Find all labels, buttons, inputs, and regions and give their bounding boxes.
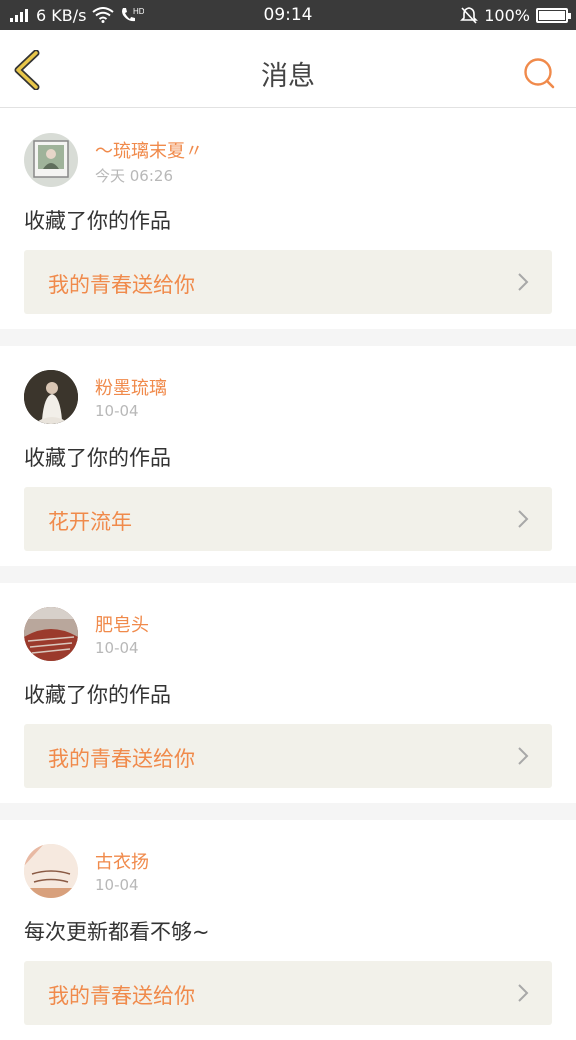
status-right: 100% [460, 0, 571, 30]
message-text: 收藏了你的作品 [24, 209, 171, 233]
page-title: 消息 [261, 61, 315, 92]
battery-icon [536, 7, 571, 23]
avatar[interactable] [24, 844, 78, 898]
avatar[interactable] [24, 370, 78, 424]
work-title: 我的青春送给你 [48, 984, 195, 1008]
message-card: 古衣扬 10-04 每次更新都看不够~ 我的青春送给你 [0, 820, 576, 1040]
message-text: 收藏了你的作品 [24, 683, 171, 707]
search-icon[interactable] [522, 56, 556, 90]
message-card: 粉墨琉璃 10-04 收藏了你的作品 花开流年 [0, 346, 576, 566]
user-name[interactable]: 粉墨琉璃 [95, 374, 167, 400]
avatar[interactable] [24, 607, 78, 661]
divider [0, 803, 576, 820]
avatar[interactable] [24, 133, 78, 187]
battery-percent: 100% [484, 5, 530, 25]
work-title: 花开流年 [48, 510, 132, 534]
work-title: 我的青春送给你 [48, 273, 195, 297]
chevron-right-icon [518, 510, 529, 528]
work-link[interactable]: 我的青春送给你 [24, 250, 552, 314]
nav-bar: 消息 [0, 30, 576, 108]
work-link[interactable]: 我的青春送给你 [24, 961, 552, 1025]
user-name[interactable]: 古衣扬 [95, 848, 149, 874]
message-time: 10-04 [95, 402, 139, 420]
work-link[interactable]: 我的青春送给你 [24, 724, 552, 788]
message-list: ～琉璃末夏〃 今天 06:26 收藏了你的作品 我的青春送给你 粉墨琉璃 10-… [0, 109, 576, 1040]
message-text: 收藏了你的作品 [24, 446, 171, 470]
message-card: 肥皂头 10-04 收藏了你的作品 我的青春送给你 [0, 583, 576, 803]
message-time: 今天 06:26 [95, 167, 173, 185]
message-time: 10-04 [95, 639, 139, 657]
message-time: 10-04 [95, 876, 139, 894]
divider [0, 566, 576, 583]
chevron-right-icon [518, 747, 529, 765]
work-link[interactable]: 花开流年 [24, 487, 552, 551]
work-title: 我的青春送给你 [48, 747, 195, 771]
mute-bell-icon [460, 7, 479, 24]
chevron-right-icon [518, 984, 529, 1002]
chevron-right-icon [518, 273, 529, 291]
user-name[interactable]: ～琉璃末夏〃 [95, 137, 203, 163]
divider [0, 329, 576, 346]
message-card: ～琉璃末夏〃 今天 06:26 收藏了你的作品 我的青春送给你 [0, 109, 576, 329]
status-bar: 6 KB/s HD 09:14 100% [0, 0, 576, 30]
user-name[interactable]: 肥皂头 [95, 611, 149, 637]
message-text: 每次更新都看不够~ [24, 920, 210, 944]
